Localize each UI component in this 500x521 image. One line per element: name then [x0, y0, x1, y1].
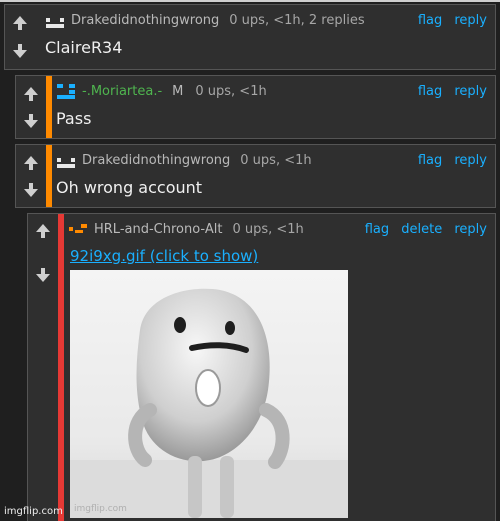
comment-header: HRL-and-Chrono-Alt 0 ups, <1h flag delet…: [68, 219, 487, 239]
arrow-up-icon: [13, 16, 27, 30]
downvote-button[interactable]: [32, 264, 54, 286]
imgflip-watermark: imgflip.com: [4, 506, 63, 517]
donut-character-image: [70, 288, 348, 518]
thread-bar: [46, 145, 52, 207]
reply-link[interactable]: reply: [454, 84, 487, 99]
comment-text: ClaireR34: [45, 38, 123, 57]
arrow-up-icon: [36, 224, 50, 238]
reply-link[interactable]: reply: [454, 153, 487, 168]
comment-actions: flag reply: [410, 84, 487, 99]
avatar[interactable]: [56, 83, 78, 99]
upvote-button[interactable]: [32, 220, 54, 242]
comment-4: HRL-and-Chrono-Alt 0 ups, <1h flag delet…: [27, 213, 496, 521]
vote-controls: [5, 5, 35, 69]
upvote-button[interactable]: [20, 152, 42, 174]
arrow-down-icon: [24, 182, 38, 197]
arrow-up-icon: [24, 86, 38, 101]
downvote-button[interactable]: [20, 110, 42, 132]
arrow-up-icon: [24, 155, 38, 170]
comment-meta: 0 ups, <1h: [232, 221, 304, 237]
arrow-down-icon: [13, 44, 27, 58]
delete-link[interactable]: delete: [401, 222, 442, 237]
vote-controls: [16, 145, 46, 207]
comment-header: Drakedidnothingwrong 0 ups, <1h flag rep…: [56, 150, 487, 170]
gif-link[interactable]: 92i9xg.gif (click to show): [70, 247, 258, 265]
comment-header: Drakedidnothingwrong 0 ups, <1h, 2 repli…: [45, 10, 487, 30]
vote-controls: [16, 76, 46, 138]
avatar[interactable]: [56, 152, 78, 168]
thread-bar: [46, 76, 52, 138]
comment-1: Drakedidnothingwrong 0 ups, <1h, 2 repli…: [4, 4, 496, 70]
downvote-button[interactable]: [20, 179, 42, 201]
upvote-button[interactable]: [9, 12, 31, 34]
top-divider: [0, 0, 500, 2]
comment-content: HRL-and-Chrono-Alt 0 ups, <1h flag delet…: [64, 214, 495, 521]
flag-link[interactable]: flag: [418, 13, 442, 28]
comment-actions: flag reply: [410, 13, 487, 28]
username[interactable]: -.Moriartea.-: [82, 84, 162, 99]
avatar[interactable]: [68, 221, 90, 237]
flag-link[interactable]: flag: [365, 222, 389, 237]
comment-meta: 0 ups, <1h: [240, 152, 312, 168]
user-flair: M: [172, 83, 184, 99]
downvote-button[interactable]: [9, 40, 31, 62]
comment-actions: flag delete reply: [357, 222, 487, 237]
comment-2: -.Moriartea.- M 0 ups, <1h flag reply Pa…: [15, 75, 496, 139]
comment-meta: 0 ups, <1h, 2 replies: [229, 12, 365, 28]
comment-header: -.Moriartea.- M 0 ups, <1h flag reply: [56, 81, 487, 101]
arrow-down-icon: [36, 268, 50, 282]
username[interactable]: Drakedidnothingwrong: [82, 153, 230, 168]
avatar[interactable]: [45, 12, 67, 28]
image-watermark: imgflip.com: [74, 504, 127, 514]
reply-link[interactable]: reply: [454, 222, 487, 237]
username[interactable]: HRL-and-Chrono-Alt: [94, 222, 222, 237]
comment-actions: flag reply: [410, 153, 487, 168]
comment-text: Oh wrong account: [56, 178, 203, 197]
flag-link[interactable]: flag: [418, 84, 442, 99]
gif-image[interactable]: imgflip.com: [70, 270, 348, 518]
username[interactable]: Drakedidnothingwrong: [71, 13, 219, 28]
reply-link[interactable]: reply: [454, 13, 487, 28]
comment-text: Pass: [56, 109, 92, 128]
flag-link[interactable]: flag: [418, 153, 442, 168]
comment-meta: 0 ups, <1h: [195, 83, 267, 99]
upvote-button[interactable]: [20, 83, 42, 105]
arrow-down-icon: [24, 113, 38, 128]
vote-controls: [28, 214, 58, 292]
comment-3: Drakedidnothingwrong 0 ups, <1h flag rep…: [15, 144, 496, 208]
